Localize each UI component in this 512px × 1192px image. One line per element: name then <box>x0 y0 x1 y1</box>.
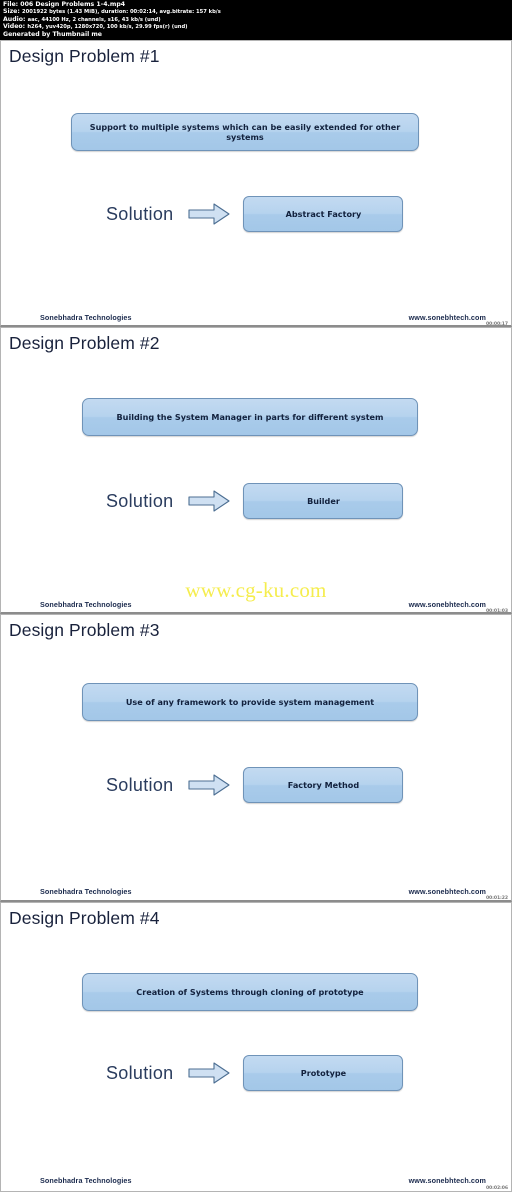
page-title: Design Problem #1 <box>9 46 160 66</box>
media-info-size-text: 2001922 bytes (1.43 MiB), duration: 00:0… <box>22 9 221 16</box>
slide-thumbnail-2[interactable]: Design Problem #2 Building the System Ma… <box>0 327 512 614</box>
slide-content-1: Design Problem #1 Support to multiple sy… <box>1 41 511 325</box>
problem-statement-text: Use of any framework to provide system m… <box>125 697 375 707</box>
slide-thumbnail-1[interactable]: Design Problem #1 Support to multiple sy… <box>0 40 512 327</box>
slide-content-4: Design Problem #4 Creation of Systems th… <box>1 903 511 1191</box>
media-info-size-line: Size: 2001922 bytes (1.43 MiB), duration… <box>3 8 509 15</box>
problem-statement-text: Building the System Manager in parts for… <box>116 412 384 422</box>
solution-text: Prototype <box>300 1068 347 1078</box>
footer-company: Sonebhadra Technologies <box>40 313 132 322</box>
solution-text: Builder <box>307 496 340 506</box>
slide-thumbnail-4[interactable]: Design Problem #4 Creation of Systems th… <box>0 902 512 1192</box>
slide-thumbnail-3[interactable]: Design Problem #3 Use of any framework t… <box>0 614 512 902</box>
problem-statement-box: Use of any framework to provide system m… <box>82 683 418 721</box>
solution-label: Solution <box>106 490 174 511</box>
slide-content-2: Design Problem #2 Building the System Ma… <box>1 328 511 612</box>
page-title: Design Problem #2 <box>9 333 160 353</box>
problem-statement-text: Support to multiple systems which can be… <box>89 122 401 142</box>
right-arrow-icon <box>187 489 231 513</box>
media-info-video-text: h264, yuv420p, 1280x720, 100 kb/s, 29.99… <box>27 24 188 31</box>
solution-text: Factory Method <box>287 780 360 790</box>
solution-row: Solution Factory Method <box>106 767 404 803</box>
footer-url[interactable]: www.sonebhtech.com <box>409 1176 486 1185</box>
media-info-size-label: Size: <box>3 8 20 16</box>
page-title: Design Problem #4 <box>9 908 160 928</box>
solution-box: Abstract Factory <box>243 196 404 232</box>
solution-label: Solution <box>106 1062 174 1083</box>
media-info-audio-label: Audio: <box>3 15 26 23</box>
right-arrow-icon <box>187 1061 231 1085</box>
media-info-audio-text: aac, 44100 Hz, 2 channels, s16, 43 kb/s … <box>27 16 161 23</box>
media-info-file-text: File: 006 Design Problems 1-4.mp4 <box>3 1 126 8</box>
footer-url[interactable]: www.sonebhtech.com <box>409 600 486 609</box>
page-title: Design Problem #3 <box>9 620 160 640</box>
footer-company: Sonebhadra Technologies <box>40 887 132 896</box>
right-arrow-icon <box>187 773 231 797</box>
problem-statement-box: Creation of Systems through cloning of p… <box>82 973 418 1011</box>
solution-box: Builder <box>243 483 404 519</box>
slide-content-3: Design Problem #3 Use of any framework t… <box>1 615 511 900</box>
solution-box: Factory Method <box>243 767 404 803</box>
footer-url[interactable]: www.sonebhtech.com <box>409 313 486 322</box>
footer-company: Sonebhadra Technologies <box>40 600 132 609</box>
problem-statement-text: Creation of Systems through cloning of p… <box>136 987 364 997</box>
footer-company: Sonebhadra Technologies <box>40 1176 132 1185</box>
problem-statement-box: Building the System Manager in parts for… <box>82 398 418 436</box>
solution-row: Solution Builder <box>106 483 404 519</box>
media-info-header: File: 006 Design Problems 1-4.mp4 Size: … <box>0 0 512 40</box>
media-info-generator-line: Generated by Thumbnail me <box>3 31 509 38</box>
media-info-generator-text: Generated by Thumbnail me <box>3 30 102 38</box>
footer-url[interactable]: www.sonebhtech.com <box>409 887 486 896</box>
solution-row: Solution Abstract Factory <box>106 196 404 232</box>
right-arrow-icon <box>187 202 231 226</box>
solution-label: Solution <box>106 774 174 795</box>
timestamp-badge: 00:02:06 <box>485 1186 508 1191</box>
media-info-audio-line: Audio: aac, 44100 Hz, 2 channels, s16, 4… <box>3 16 509 23</box>
media-info-file-line: File: 006 Design Problems 1-4.mp4 <box>3 1 509 8</box>
solution-box: Prototype <box>243 1055 404 1091</box>
solution-text: Abstract Factory <box>285 209 362 219</box>
timestamp-badge: 00:01:22 <box>485 896 508 901</box>
media-info-video-label: Video: <box>3 23 26 31</box>
solution-row: Solution Prototype <box>106 1055 404 1091</box>
media-info-video-line: Video: h264, yuv420p, 1280x720, 100 kb/s… <box>3 23 509 30</box>
problem-statement-box: Support to multiple systems which can be… <box>71 113 419 151</box>
solution-label: Solution <box>106 203 174 224</box>
